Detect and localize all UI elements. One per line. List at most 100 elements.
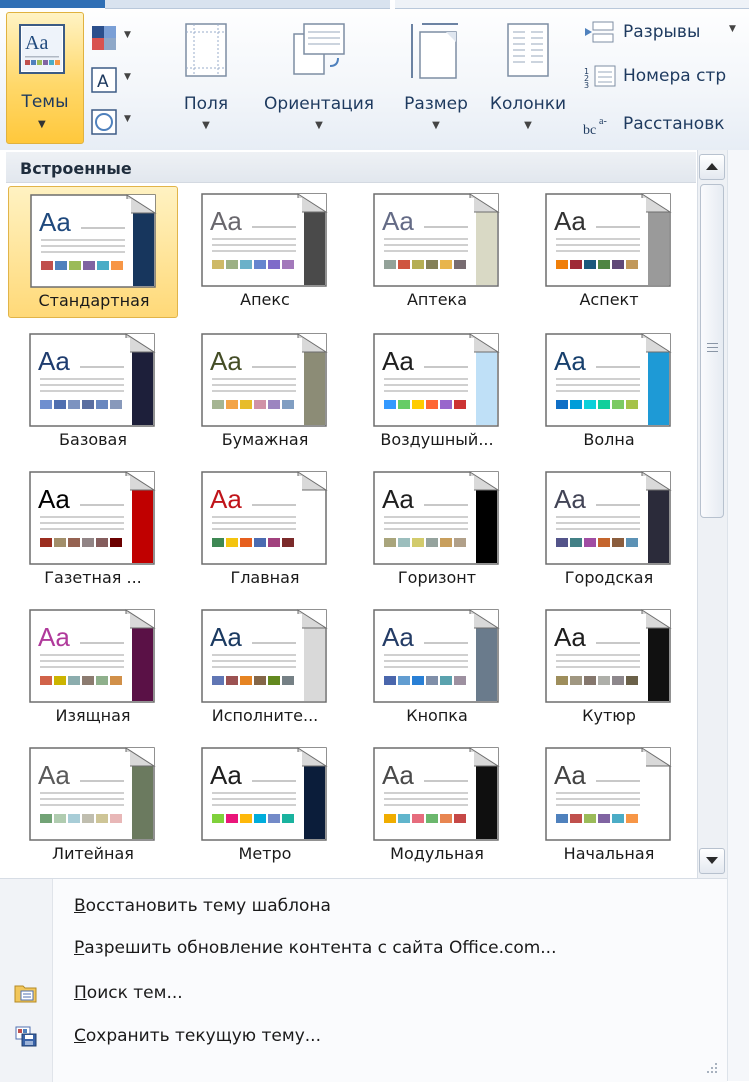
color-swatch (40, 400, 52, 409)
color-swatch (626, 260, 638, 269)
theme-tile[interactable]: Aa Волна (524, 326, 694, 458)
columns-button[interactable]: Колонки ▼ (480, 16, 576, 144)
color-swatch (282, 538, 294, 547)
color-swatch (426, 538, 438, 547)
color-swatch (83, 261, 95, 270)
theme-preview-glyph: Aa (554, 206, 586, 236)
menu-item-browse-themes[interactable]: Поиск тем... (0, 976, 727, 1010)
theme-preview-thumbnail: Aa (373, 193, 500, 287)
theme-tile[interactable]: Aa Метро (180, 740, 350, 872)
theme-preview-glyph: Aa (382, 206, 414, 236)
theme-preview-thumbnail: Aa (373, 471, 500, 565)
line-numbers-button[interactable]: 1 2 3 Номера стр (583, 62, 749, 92)
breaks-icon (585, 21, 614, 43)
color-swatch (598, 538, 610, 547)
theme-preview-glyph: Aa (210, 622, 242, 652)
theme-tile[interactable]: Aa Апекс (180, 186, 350, 318)
color-swatch (282, 676, 294, 685)
theme-effects-button[interactable]: ▼ (90, 108, 134, 138)
color-swatch (612, 400, 624, 409)
color-swatch (398, 814, 410, 823)
menu-item-reset-theme[interactable]: Восстановить тему шаблона (0, 889, 727, 923)
menu-item-enable-content-updates[interactable]: Разрешить обновление контента с сайта Of… (0, 931, 727, 965)
color-swatch (82, 814, 94, 823)
themes-button[interactable]: Aa Темы ▼ (6, 12, 84, 144)
theme-tile[interactable]: Aa Модульная (352, 740, 522, 872)
size-button[interactable]: Размер ▼ (394, 16, 478, 144)
svg-text:Aa: Aa (25, 32, 48, 54)
chevron-down-icon: ▼ (432, 120, 440, 131)
margins-button[interactable]: Поля ▼ (172, 16, 240, 144)
ribbon-tab-edge-right[interactable] (395, 0, 749, 9)
theme-tile[interactable]: Aa Аспект (524, 186, 694, 318)
menu-item-save-theme[interactable]: Сохранить текущую тему... (0, 1019, 727, 1053)
theme-fonts-button[interactable]: A ▼ (90, 66, 134, 96)
color-swatch (54, 676, 66, 685)
chevron-down-icon: ▼ (315, 120, 323, 131)
theme-tile[interactable]: Aa Исполните... (180, 602, 350, 734)
theme-tile[interactable]: Aa Горизонт (352, 464, 522, 596)
color-swatch (240, 676, 252, 685)
color-swatch (54, 538, 66, 547)
scroll-up-button[interactable] (699, 154, 725, 180)
theme-effects-icon (91, 109, 117, 135)
color-swatch (254, 814, 266, 823)
theme-name-label: Главная (230, 568, 300, 587)
color-swatch (626, 814, 638, 823)
theme-colors-button[interactable]: ▼ (90, 24, 134, 54)
theme-name-label: Исполните... (211, 706, 319, 725)
theme-tile[interactable]: Aa Литейная (8, 740, 178, 872)
theme-tile[interactable]: Aa Бумажная (180, 326, 350, 458)
theme-tile[interactable]: Aa Воздушный... (352, 326, 522, 458)
theme-tile[interactable]: Aa Базовая (8, 326, 178, 458)
color-swatch (240, 400, 252, 409)
theme-preview-thumbnail: Aa (545, 471, 672, 565)
color-swatch (268, 676, 280, 685)
theme-preview-glyph: Aa (210, 206, 242, 236)
color-swatch (40, 814, 52, 823)
theme-tile[interactable]: Aa Кнопка (352, 602, 522, 734)
orientation-button[interactable]: Ориентация ▼ (250, 16, 388, 144)
color-swatch (240, 814, 252, 823)
theme-tile[interactable]: Aa Кутюр (524, 602, 694, 734)
color-swatch (426, 260, 438, 269)
theme-name-label: Горизонт (397, 568, 477, 587)
color-swatch (226, 260, 238, 269)
color-swatch (398, 400, 410, 409)
resize-grip-icon[interactable] (703, 1059, 719, 1075)
theme-name-label: Кутюр (582, 706, 636, 725)
color-swatch (212, 538, 224, 547)
breaks-button[interactable]: Разрывы ▼ (583, 18, 749, 48)
theme-preview-glyph: Aa (382, 484, 414, 514)
color-swatch (440, 400, 452, 409)
color-swatch (384, 676, 396, 685)
color-swatch (40, 676, 52, 685)
theme-preview-thumbnail: Aa (201, 471, 328, 565)
scroll-down-button[interactable] (699, 848, 725, 874)
color-swatch (384, 538, 396, 547)
color-swatch (226, 676, 238, 685)
theme-name-label: Метро (238, 844, 292, 863)
color-swatch (254, 260, 266, 269)
color-swatch (268, 400, 280, 409)
theme-tile[interactable]: Aa Аптека (352, 186, 522, 318)
gallery-scrollbar[interactable] (697, 150, 727, 878)
hyphenation-button[interactable]: bc a- Расстановк (583, 110, 749, 140)
theme-tile[interactable]: Aa Стандартная (8, 186, 178, 318)
theme-tile[interactable]: Aa Газетная ... (8, 464, 178, 596)
theme-tile[interactable]: Aa Городская (524, 464, 694, 596)
color-swatch (398, 676, 410, 685)
color-swatch (212, 400, 224, 409)
scroll-thumb[interactable] (700, 184, 724, 518)
theme-tile[interactable]: Aa Начальная (524, 740, 694, 872)
color-swatch (68, 814, 80, 823)
theme-name-label: Модульная (390, 844, 484, 863)
themes-icon: Aa (19, 24, 65, 74)
theme-name-label: Аспект (579, 290, 639, 309)
color-swatch (412, 814, 424, 823)
theme-tile[interactable]: Aa Изящная (8, 602, 178, 734)
file-tab-edge[interactable] (0, 0, 105, 8)
theme-tile[interactable]: Aa Главная (180, 464, 350, 596)
section-header-label: Встроенные (20, 159, 132, 178)
ribbon-tab-edge[interactable] (105, 0, 390, 9)
